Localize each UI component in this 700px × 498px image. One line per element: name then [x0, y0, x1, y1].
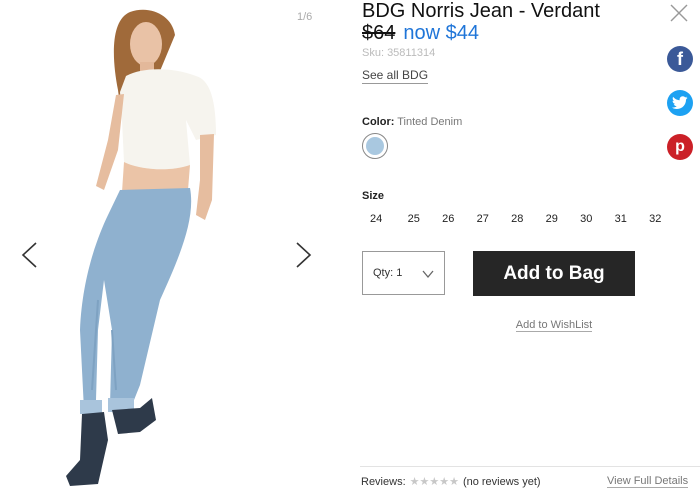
product-sku: Sku: 35811314: [362, 47, 436, 59]
product-gallery: 1/6: [0, 0, 340, 498]
reviews-count: (no reviews yet): [462, 475, 541, 488]
color-label: Color: Tinted Denim: [362, 116, 463, 128]
view-full-details-link[interactable]: View Full Details: [607, 475, 689, 488]
sale-price: now $44: [403, 22, 479, 44]
size-option[interactable]: 25: [397, 213, 432, 225]
image-counter: 1/6: [297, 11, 313, 23]
wishlist-wrapper: Add to WishList: [360, 319, 700, 332]
chevron-down-icon: [422, 270, 434, 279]
size-option[interactable]: 30: [569, 213, 604, 225]
product-price: $64 now $44: [362, 22, 479, 45]
size-option[interactable]: 26: [431, 213, 466, 225]
size-option[interactable]: 31: [604, 213, 639, 225]
size-option[interactable]: 27: [466, 213, 501, 225]
quantity-value: Qty: 1: [373, 267, 403, 279]
see-all-brand-link[interactable]: See all BDG: [362, 68, 429, 84]
pinterest-share-icon[interactable]: p: [667, 134, 693, 160]
size-option[interactable]: 32: [638, 213, 673, 225]
product-title: BDG Norris Jean - Verdant: [362, 0, 600, 22]
twitter-share-icon[interactable]: [667, 90, 693, 116]
product-details: BDG Norris Jean - Verdant $64 now $44 Sku…: [360, 0, 700, 498]
add-to-bag-button[interactable]: Add to Bag: [473, 251, 635, 296]
color-swatch-tinted-denim[interactable]: [362, 133, 388, 159]
add-to-wishlist-link[interactable]: Add to WishList: [515, 319, 593, 332]
quantity-select[interactable]: Qty: 1: [362, 251, 445, 295]
size-option[interactable]: 28: [500, 213, 535, 225]
twitter-bird-icon: [672, 96, 688, 109]
star-rating-icon: ★★★★★: [409, 476, 459, 488]
product-photo: [0, 0, 340, 498]
size-options: 24 25 26 27 28 29 30 31 32: [362, 213, 673, 225]
size-option[interactable]: 29: [535, 213, 570, 225]
facebook-share-icon[interactable]: f: [667, 46, 693, 72]
original-price: $64: [362, 22, 396, 44]
next-image-icon[interactable]: [293, 240, 315, 270]
swatch-fill: [366, 137, 384, 155]
selected-color-name: Tinted Denim: [397, 116, 463, 128]
previous-image-icon[interactable]: [18, 240, 40, 270]
size-option[interactable]: 24: [362, 213, 397, 225]
close-icon[interactable]: [668, 2, 690, 24]
reviews-summary: Reviews: ★★★★★ (no reviews yet): [361, 475, 541, 489]
divider: [360, 466, 700, 467]
reviews-label: Reviews:: [361, 475, 406, 488]
size-label: Size: [362, 190, 385, 202]
